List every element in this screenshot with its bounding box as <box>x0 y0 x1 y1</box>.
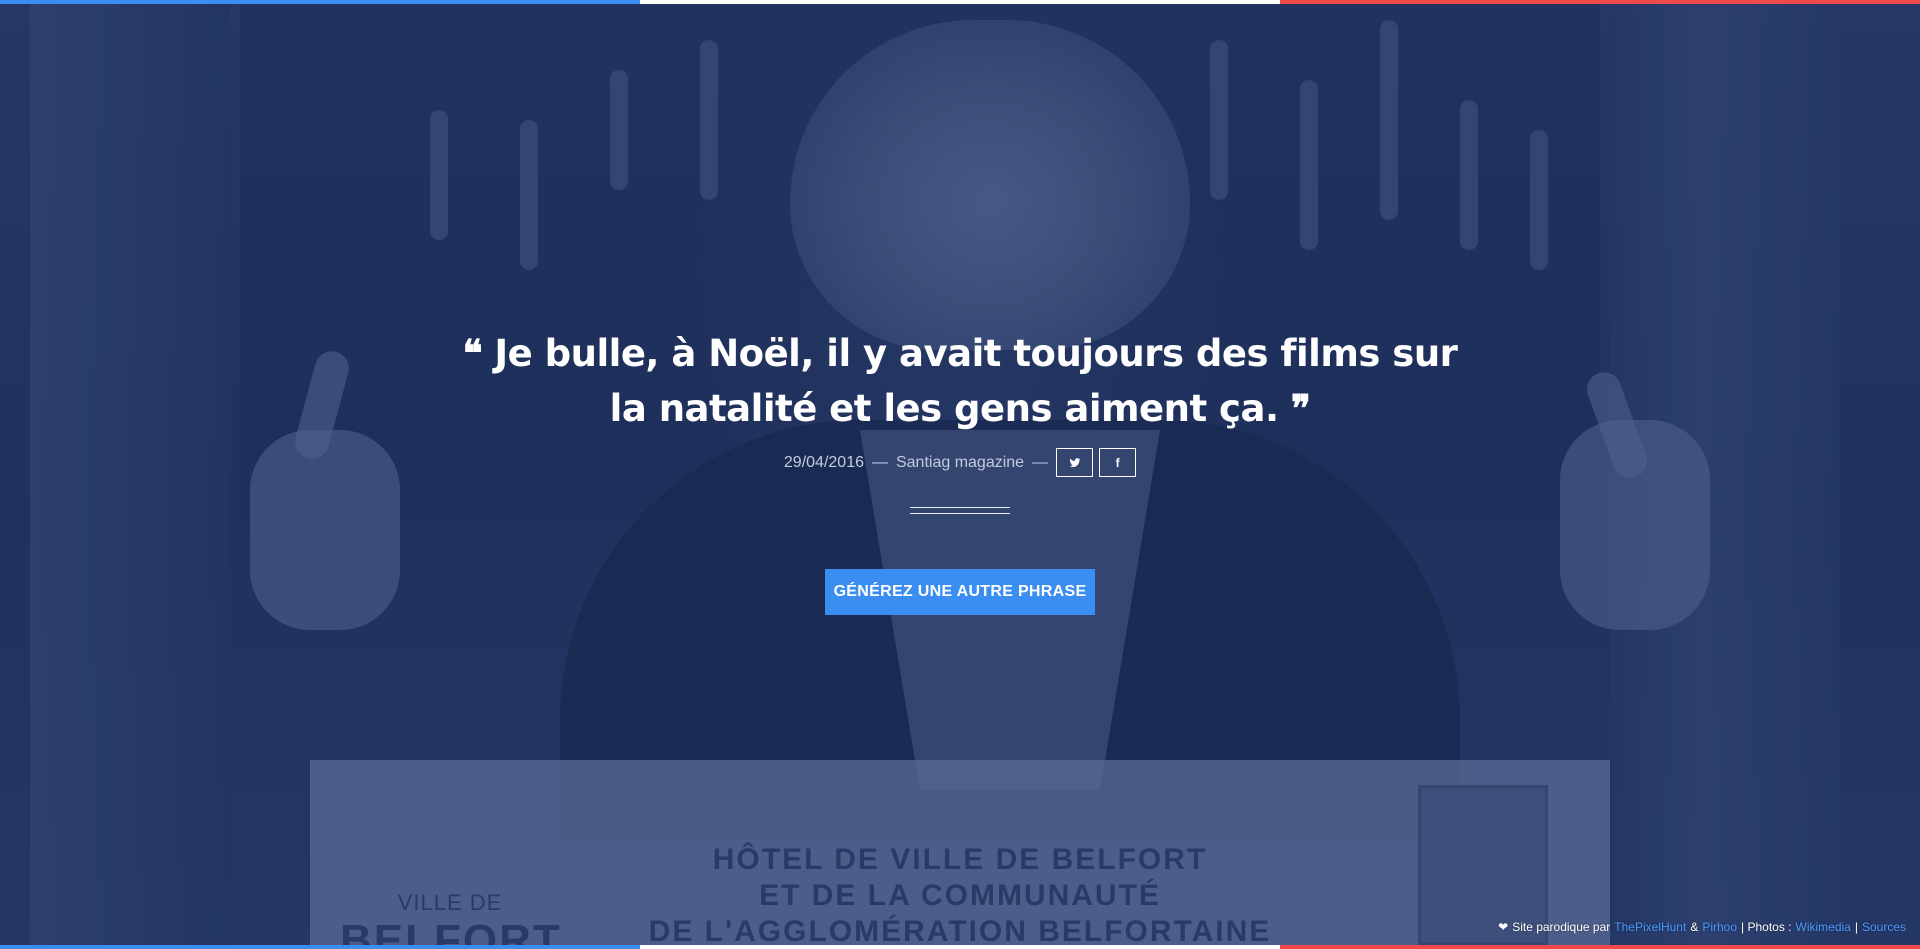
footer-prefix: Site parodique par <box>1512 920 1611 934</box>
meta-dash: — <box>871 453 888 471</box>
twitter-icon <box>1069 457 1081 467</box>
tricolor-bottom-bar <box>0 945 1920 949</box>
footer-link-sources[interactable]: Sources <box>1862 920 1906 934</box>
tricolor-blue-segment <box>0 0 640 4</box>
footer-pipe: | <box>1854 920 1858 934</box>
footer-ampersand: & <box>1690 920 1699 934</box>
footer-link-thepixelhunt[interactable]: ThePixelHunt <box>1614 920 1686 934</box>
footer-link-wikimedia[interactable]: Wikimedia <box>1796 920 1851 934</box>
tricolor-white-segment <box>640 0 1280 4</box>
tricolor-red-segment <box>1280 945 1920 949</box>
quote-line-1: ❝ Je bulle, à Noël, il y avait toujours … <box>460 326 1460 381</box>
share-twitter-button[interactable] <box>1056 448 1094 477</box>
quote-text: ❝ Je bulle, à Noël, il y avait toujours … <box>460 326 1460 436</box>
tricolor-red-segment <box>1280 0 1920 4</box>
footer-link-pirhoo[interactable]: Pirhoo <box>1702 920 1737 934</box>
quote-meta: 29/04/2016 — Santiag magazine — f <box>560 448 1360 477</box>
generate-another-phrase-button[interactable]: GÉNÉREZ UNE AUTRE PHRASE <box>825 569 1095 615</box>
double-line-divider <box>910 507 1010 514</box>
quote-line-1-text: Je bulle, à Noël, il y avait toujours de… <box>494 332 1458 375</box>
tricolor-white-segment <box>640 945 1280 949</box>
main-content: ❝ Je bulle, à Noël, il y avait toujours … <box>0 0 1920 949</box>
footer-credits: ❤ Site parodique par ThePixelHunt & Pirh… <box>1498 920 1906 934</box>
facebook-icon: f <box>1115 455 1120 470</box>
quote-line-2: la natalité et les gens aiment ça. ❞ <box>460 381 1460 436</box>
quote-line-2-text: la natalité et les gens aiment ça. <box>609 387 1279 430</box>
quote-open-mark: ❝ <box>462 331 483 375</box>
tricolor-top-bar <box>0 0 1920 4</box>
quote-date: 29/04/2016 <box>783 453 864 471</box>
quote-close-mark: ❞ <box>1290 386 1311 430</box>
share-facebook-button[interactable]: f <box>1099 448 1137 477</box>
quote-source: Santiag magazine <box>895 453 1025 471</box>
meta-dash: — <box>1032 453 1049 471</box>
footer-photos-label: | Photos : <box>1741 920 1792 934</box>
tricolor-blue-segment <box>0 945 640 949</box>
heart-icon: ❤ <box>1498 920 1509 934</box>
